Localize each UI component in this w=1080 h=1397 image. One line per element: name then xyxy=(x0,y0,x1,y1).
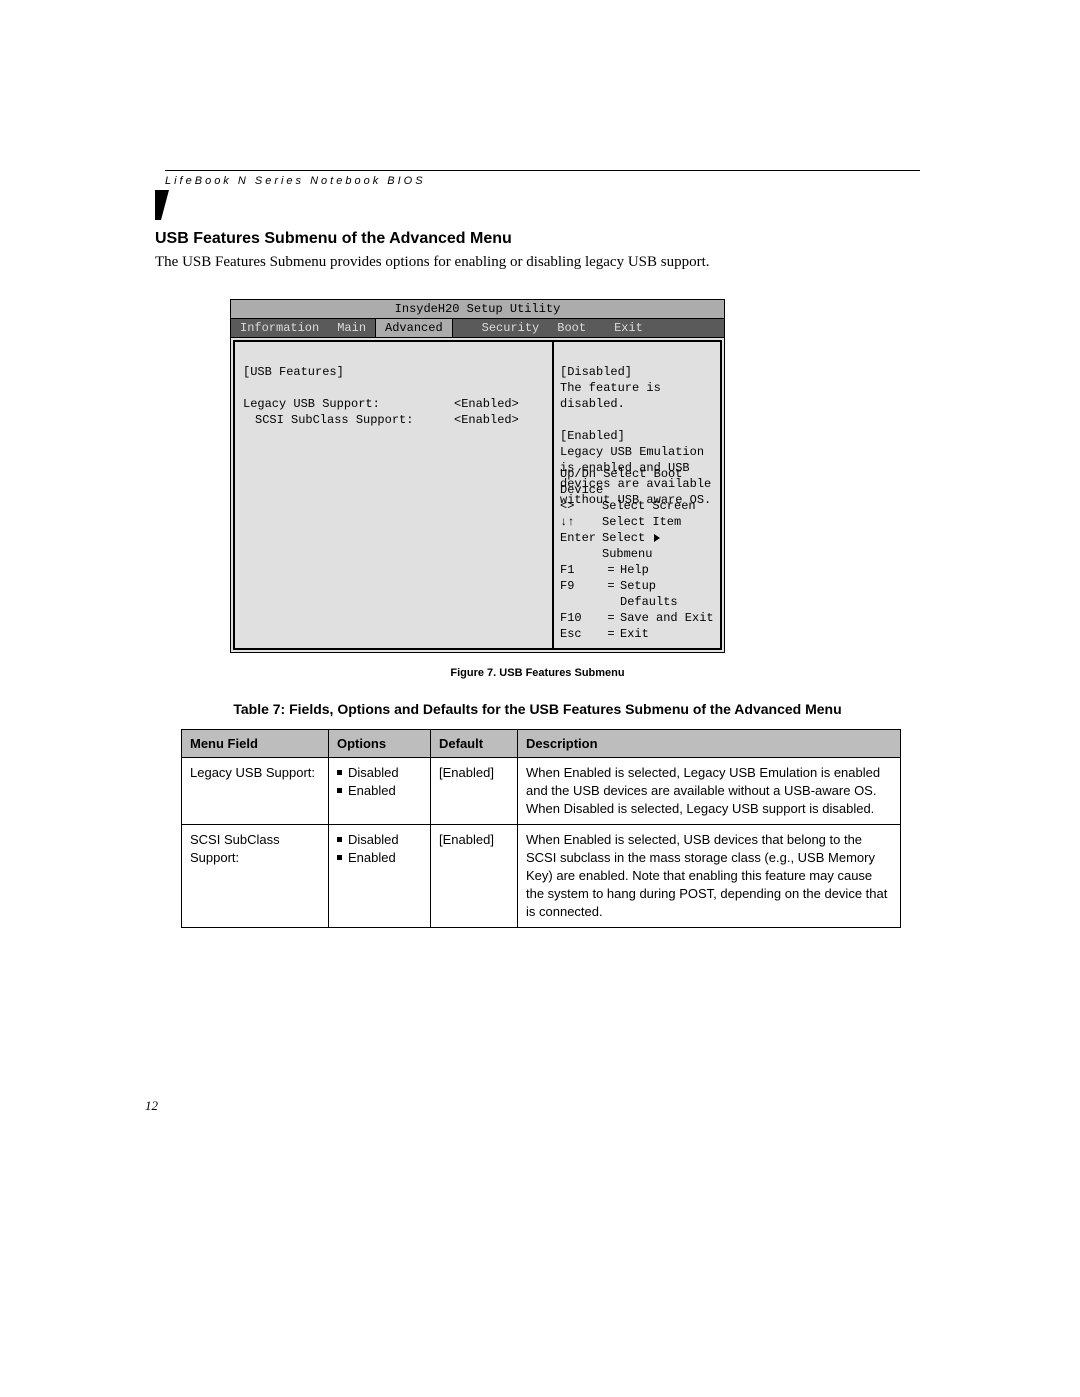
th-default: Default xyxy=(431,730,518,758)
help-enabled-head: [Enabled] xyxy=(560,428,714,444)
bios-window: InsydeH20 Setup Utility Information Main… xyxy=(230,299,725,653)
nav-eq: = xyxy=(602,578,620,610)
bullet-square-icon xyxy=(337,837,342,842)
cell-field: SCSI SubClass Support: xyxy=(182,825,329,928)
legacy-usb-label: Legacy USB Support: xyxy=(243,396,454,412)
legacy-usb-value: <Enabled> xyxy=(454,396,544,412)
cell-options: Disabled Enabled xyxy=(329,825,431,928)
usb-features-group: [USB Features] xyxy=(243,364,544,380)
bios-title: InsydeH20 Setup Utility xyxy=(231,300,724,319)
nav-eq: = xyxy=(602,626,620,642)
tab-security[interactable]: Security xyxy=(473,319,549,337)
tab-exit[interactable]: Exit xyxy=(605,319,652,337)
opt-text: Enabled xyxy=(348,850,396,865)
nav-ud-text: Select Item xyxy=(602,514,714,530)
help-disabled-text: The feature is disabled. xyxy=(560,380,714,412)
table-row: SCSI SubClass Support: Disabled Enabled … xyxy=(182,825,901,928)
bullet-square-icon xyxy=(337,770,342,775)
bullet-square-icon xyxy=(337,788,342,793)
nav-help: Up/Dn Select Boot Device <> Select Scree… xyxy=(560,466,714,642)
nav-lr-text: Select Screen xyxy=(602,498,714,514)
section-intro: The USB Features Submenu provides option… xyxy=(155,254,920,271)
header-rule xyxy=(165,170,920,171)
bios-left-panel: [USB Features] Legacy USB Support: <Enab… xyxy=(233,340,553,650)
nav-f1-key: F1 xyxy=(560,562,602,578)
th-menu-field: Menu Field xyxy=(182,730,329,758)
table-title: Table 7: Fields, Options and Defaults fo… xyxy=(155,701,920,717)
nav-lr-key: <> xyxy=(560,498,602,514)
legacy-usb-row[interactable]: Legacy USB Support: <Enabled> xyxy=(243,396,544,412)
nav-enter-text-a: Select xyxy=(602,531,645,545)
scsi-subclass-value: <Enabled> xyxy=(454,412,544,428)
th-options: Options xyxy=(329,730,431,758)
nav-updn: Up/Dn Select Boot Device xyxy=(560,466,714,498)
figure-caption: Figure 7. USB Features Submenu xyxy=(155,667,920,679)
nav-enter-text: Select Submenu xyxy=(602,530,714,562)
bios-right-panel: [Disabled] The feature is disabled. [Ena… xyxy=(553,340,722,650)
triangle-right-icon xyxy=(654,534,660,542)
nav-f10-text: Save and Exit xyxy=(620,610,714,626)
bullet-square-icon xyxy=(337,855,342,860)
nav-enter-key: Enter xyxy=(560,530,602,562)
th-description: Description xyxy=(518,730,901,758)
nav-f9-key: F9 xyxy=(560,578,602,610)
help-disabled-head: [Disabled] xyxy=(560,364,714,380)
nav-eq: = xyxy=(602,610,620,626)
opt-text: Enabled xyxy=(348,783,396,798)
tab-information[interactable]: Information xyxy=(231,319,328,337)
running-head: LifeBook N Series Notebook BIOS xyxy=(165,175,920,187)
tab-advanced[interactable]: Advanced xyxy=(375,319,453,337)
options-table: Menu Field Options Default Description L… xyxy=(181,729,901,928)
nav-esc-key: Esc xyxy=(560,626,602,642)
opt-text: Disabled xyxy=(348,832,399,847)
cell-description: When Enabled is selected, USB devices th… xyxy=(518,825,901,928)
cell-options: Disabled Enabled xyxy=(329,758,431,825)
cell-description: When Enabled is selected, Legacy USB Emu… xyxy=(518,758,901,825)
nav-f10-key: F10 xyxy=(560,610,602,626)
table-row: Legacy USB Support: Disabled Enabled [En… xyxy=(182,758,901,825)
nav-esc-text: Exit xyxy=(620,626,714,642)
nav-f9-text: Setup Defaults xyxy=(620,578,714,610)
corner-wedge-icon xyxy=(155,190,169,220)
page-number: 12 xyxy=(145,1098,920,1114)
cell-field: Legacy USB Support: xyxy=(182,758,329,825)
scsi-subclass-row[interactable]: SCSI SubClass Support: <Enabled> xyxy=(243,412,544,428)
scsi-subclass-label: SCSI SubClass Support: xyxy=(255,412,454,428)
nav-ud-key: ↓↑ xyxy=(560,514,602,530)
cell-default: [Enabled] xyxy=(431,758,518,825)
tab-main[interactable]: Main xyxy=(328,319,375,337)
nav-f1-text: Help xyxy=(620,562,714,578)
opt-text: Disabled xyxy=(348,765,399,780)
section-title: USB Features Submenu of the Advanced Men… xyxy=(155,230,920,248)
bios-tabbar: Information Main Advanced Security Boot … xyxy=(231,319,724,338)
tab-boot[interactable]: Boot xyxy=(548,319,595,337)
nav-enter-text-b: Submenu xyxy=(602,547,652,561)
nav-eq: = xyxy=(602,562,620,578)
cell-default: [Enabled] xyxy=(431,825,518,928)
